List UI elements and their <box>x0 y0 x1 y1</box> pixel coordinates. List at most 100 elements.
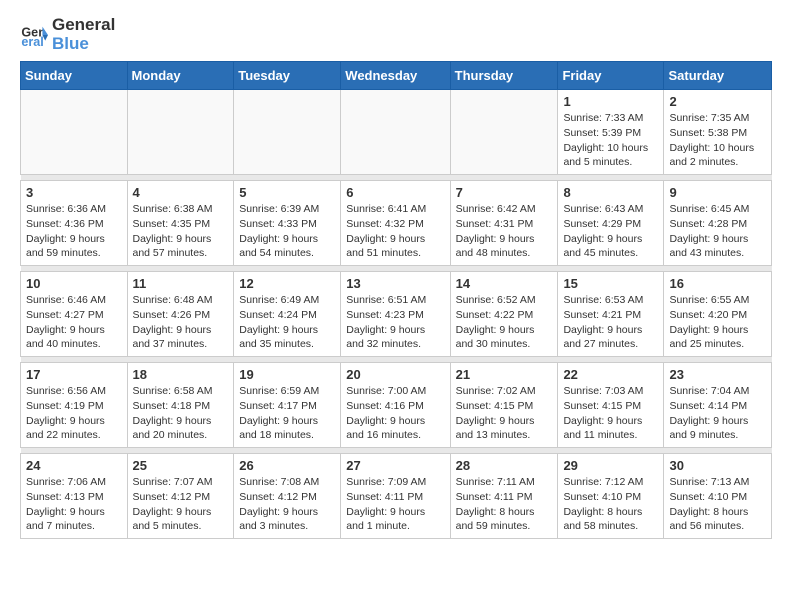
day-number: 7 <box>456 185 553 200</box>
weekday-header: Wednesday <box>341 62 450 90</box>
calendar-cell: 14 Sunrise: 6:52 AM Sunset: 4:22 PM Dayli… <box>450 272 558 357</box>
calendar-cell: 29 Sunrise: 7:12 AM Sunset: 4:10 PM Dayli… <box>558 454 664 539</box>
day-number: 14 <box>456 276 553 291</box>
day-info: Sunrise: 7:03 AM Sunset: 4:15 PM Dayligh… <box>563 384 658 443</box>
day-number: 8 <box>563 185 658 200</box>
day-info: Sunrise: 7:00 AM Sunset: 4:16 PM Dayligh… <box>346 384 444 443</box>
day-number: 1 <box>563 94 658 109</box>
logo-text: General Blue <box>52 16 115 53</box>
calendar-cell: 2 Sunrise: 7:35 AM Sunset: 5:38 PM Daylig… <box>664 90 772 175</box>
day-number: 29 <box>563 458 658 473</box>
calendar-cell: 16 Sunrise: 6:55 AM Sunset: 4:20 PM Dayli… <box>664 272 772 357</box>
calendar-week-row: 1Sunrise: 7:33 AM Sunset: 5:39 PM Daylig… <box>21 90 772 175</box>
day-number: 22 <box>563 367 658 382</box>
day-info: Sunrise: 6:39 AM Sunset: 4:33 PM Dayligh… <box>239 202 335 261</box>
day-number: 12 <box>239 276 335 291</box>
day-number: 17 <box>26 367 122 382</box>
calendar-week-row: 17 Sunrise: 6:56 AM Sunset: 4:19 PM Dayli… <box>21 363 772 448</box>
day-info: Sunrise: 6:45 AM Sunset: 4:28 PM Dayligh… <box>669 202 766 261</box>
calendar: SundayMondayTuesdayWednesdayThursdayFrid… <box>20 61 772 539</box>
calendar-cell <box>341 90 450 175</box>
day-number: 27 <box>346 458 444 473</box>
day-number: 9 <box>669 185 766 200</box>
day-info: Sunrise: 7:02 AM Sunset: 4:15 PM Dayligh… <box>456 384 553 443</box>
day-number: 21 <box>456 367 553 382</box>
day-number: 13 <box>346 276 444 291</box>
weekday-header: Friday <box>558 62 664 90</box>
day-info: Sunrise: 6:52 AM Sunset: 4:22 PM Dayligh… <box>456 293 553 352</box>
day-info: Sunrise: 7:12 AM Sunset: 4:10 PM Dayligh… <box>563 475 658 534</box>
day-info: Sunrise: 6:59 AM Sunset: 4:17 PM Dayligh… <box>239 384 335 443</box>
calendar-cell: 18 Sunrise: 6:58 AM Sunset: 4:18 PM Dayli… <box>127 363 234 448</box>
day-number: 10 <box>26 276 122 291</box>
day-number: 4 <box>133 185 229 200</box>
logo: Gen eral General Blue <box>20 16 115 53</box>
calendar-week-row: 24 Sunrise: 7:06 AM Sunset: 4:13 PM Dayli… <box>21 454 772 539</box>
calendar-cell: 25 Sunrise: 7:07 AM Sunset: 4:12 PM Dayli… <box>127 454 234 539</box>
day-number: 15 <box>563 276 658 291</box>
calendar-cell: 12 Sunrise: 6:49 AM Sunset: 4:24 PM Dayli… <box>234 272 341 357</box>
day-info: Sunrise: 7:09 AM Sunset: 4:11 PM Dayligh… <box>346 475 444 534</box>
calendar-cell: 3 Sunrise: 6:36 AM Sunset: 4:36 PM Daylig… <box>21 181 128 266</box>
day-number: 28 <box>456 458 553 473</box>
weekday-header: Thursday <box>450 62 558 90</box>
day-number: 19 <box>239 367 335 382</box>
calendar-cell: 9 Sunrise: 6:45 AM Sunset: 4:28 PM Daylig… <box>664 181 772 266</box>
calendar-week-row: 10 Sunrise: 6:46 AM Sunset: 4:27 PM Dayli… <box>21 272 772 357</box>
header: Gen eral General Blue <box>20 16 772 53</box>
day-number: 25 <box>133 458 229 473</box>
calendar-cell: 6 Sunrise: 6:41 AM Sunset: 4:32 PM Daylig… <box>341 181 450 266</box>
weekday-header: Sunday <box>21 62 128 90</box>
day-info: Sunrise: 6:36 AM Sunset: 4:36 PM Dayligh… <box>26 202 122 261</box>
day-info: Sunrise: 6:58 AM Sunset: 4:18 PM Dayligh… <box>133 384 229 443</box>
calendar-cell: 27 Sunrise: 7:09 AM Sunset: 4:11 PM Dayli… <box>341 454 450 539</box>
calendar-cell: 15Sunrise: 6:53 AM Sunset: 4:21 PM Dayli… <box>558 272 664 357</box>
calendar-cell: 26 Sunrise: 7:08 AM Sunset: 4:12 PM Dayli… <box>234 454 341 539</box>
day-number: 3 <box>26 185 122 200</box>
day-number: 20 <box>346 367 444 382</box>
calendar-cell: 11 Sunrise: 6:48 AM Sunset: 4:26 PM Dayli… <box>127 272 234 357</box>
day-info: Sunrise: 7:11 AM Sunset: 4:11 PM Dayligh… <box>456 475 553 534</box>
weekday-header: Monday <box>127 62 234 90</box>
calendar-cell: 1Sunrise: 7:33 AM Sunset: 5:39 PM Daylig… <box>558 90 664 175</box>
calendar-cell: 8Sunrise: 6:43 AM Sunset: 4:29 PM Daylig… <box>558 181 664 266</box>
calendar-cell: 24 Sunrise: 7:06 AM Sunset: 4:13 PM Dayli… <box>21 454 128 539</box>
calendar-cell <box>127 90 234 175</box>
weekday-header: Tuesday <box>234 62 341 90</box>
day-info: Sunrise: 7:04 AM Sunset: 4:14 PM Dayligh… <box>669 384 766 443</box>
calendar-cell: 30 Sunrise: 7:13 AM Sunset: 4:10 PM Dayli… <box>664 454 772 539</box>
day-number: 18 <box>133 367 229 382</box>
day-info: Sunrise: 6:42 AM Sunset: 4:31 PM Dayligh… <box>456 202 553 261</box>
day-number: 26 <box>239 458 335 473</box>
day-info: Sunrise: 6:51 AM Sunset: 4:23 PM Dayligh… <box>346 293 444 352</box>
calendar-cell <box>450 90 558 175</box>
day-info: Sunrise: 7:13 AM Sunset: 4:10 PM Dayligh… <box>669 475 766 534</box>
day-info: Sunrise: 7:35 AM Sunset: 5:38 PM Dayligh… <box>669 111 766 170</box>
calendar-cell: 23Sunrise: 7:04 AM Sunset: 4:14 PM Dayli… <box>664 363 772 448</box>
day-number: 2 <box>669 94 766 109</box>
svg-text:eral: eral <box>21 35 43 49</box>
day-info: Sunrise: 7:07 AM Sunset: 4:12 PM Dayligh… <box>133 475 229 534</box>
calendar-cell: 4Sunrise: 6:38 AM Sunset: 4:35 PM Daylig… <box>127 181 234 266</box>
day-number: 11 <box>133 276 229 291</box>
day-number: 24 <box>26 458 122 473</box>
day-number: 16 <box>669 276 766 291</box>
calendar-cell <box>21 90 128 175</box>
day-info: Sunrise: 6:56 AM Sunset: 4:19 PM Dayligh… <box>26 384 122 443</box>
calendar-cell: 21 Sunrise: 7:02 AM Sunset: 4:15 PM Dayli… <box>450 363 558 448</box>
calendar-cell: 20 Sunrise: 7:00 AM Sunset: 4:16 PM Dayli… <box>341 363 450 448</box>
day-info: Sunrise: 6:46 AM Sunset: 4:27 PM Dayligh… <box>26 293 122 352</box>
day-info: Sunrise: 6:41 AM Sunset: 4:32 PM Dayligh… <box>346 202 444 261</box>
day-number: 30 <box>669 458 766 473</box>
day-number: 6 <box>346 185 444 200</box>
calendar-cell: 7 Sunrise: 6:42 AM Sunset: 4:31 PM Daylig… <box>450 181 558 266</box>
day-info: Sunrise: 6:48 AM Sunset: 4:26 PM Dayligh… <box>133 293 229 352</box>
logo-icon: Gen eral <box>20 21 48 49</box>
calendar-cell: 22 Sunrise: 7:03 AM Sunset: 4:15 PM Dayli… <box>558 363 664 448</box>
day-info: Sunrise: 6:49 AM Sunset: 4:24 PM Dayligh… <box>239 293 335 352</box>
calendar-cell: 10 Sunrise: 6:46 AM Sunset: 4:27 PM Dayli… <box>21 272 128 357</box>
day-info: Sunrise: 6:55 AM Sunset: 4:20 PM Dayligh… <box>669 293 766 352</box>
day-info: Sunrise: 7:08 AM Sunset: 4:12 PM Dayligh… <box>239 475 335 534</box>
calendar-header-row: SundayMondayTuesdayWednesdayThursdayFrid… <box>21 62 772 90</box>
day-info: Sunrise: 7:06 AM Sunset: 4:13 PM Dayligh… <box>26 475 122 534</box>
